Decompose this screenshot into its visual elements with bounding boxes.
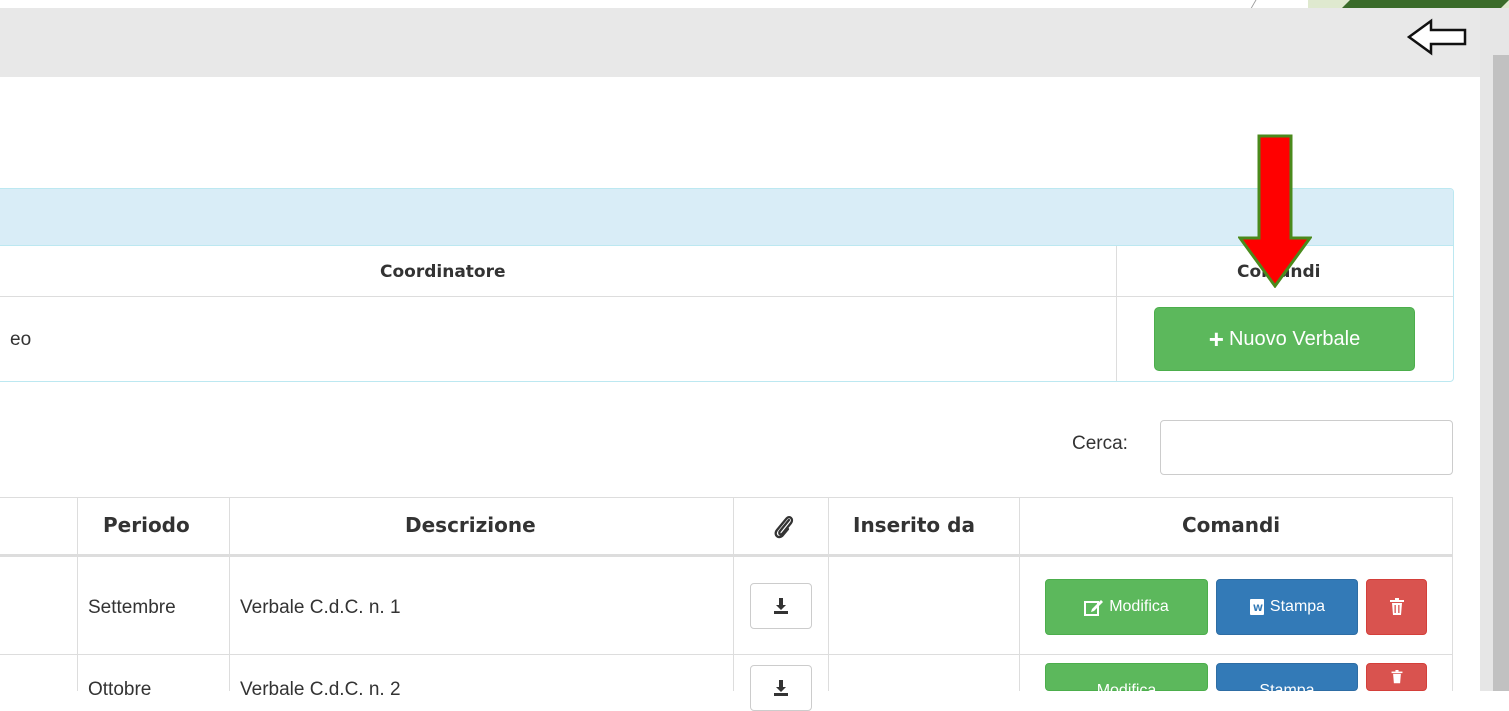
cell-periodo: Ottobre (88, 679, 152, 700)
edit-icon (1084, 600, 1104, 616)
top-bar (0, 8, 1480, 77)
paperclip-icon (774, 516, 794, 539)
column-header-inserito-da[interactable]: Inserito da (853, 513, 975, 537)
modifica-label: Modifica (1109, 598, 1169, 615)
modifica-label: Modifica (1096, 682, 1157, 699)
table-col-divider (77, 497, 78, 691)
trash-icon (1389, 598, 1404, 615)
svg-text:W: W (1253, 604, 1263, 614)
corner-accent (1342, 0, 1509, 8)
stampa-label: Stampa (1259, 682, 1315, 699)
download-button[interactable] (750, 583, 812, 629)
cell-descrizione: Verbale C.d.C. n. 2 (240, 679, 401, 700)
modifica-button[interactable]: Modifica (1045, 663, 1208, 699)
panel-column-divider (1116, 246, 1117, 381)
table-col-divider (1019, 497, 1020, 691)
modifica-button[interactable]: Modifica (1045, 579, 1208, 635)
top-strip (0, 0, 1509, 8)
scrollbar-thumb[interactable] (1493, 55, 1509, 691)
column-header-descrizione[interactable]: Descrizione (405, 513, 536, 537)
back-arrow-icon[interactable] (1405, 17, 1469, 57)
column-header-coordinatore: Coordinatore (380, 262, 506, 282)
nuovo-verbale-label: Nuovo Verbale (1228, 327, 1361, 350)
word-document-icon: W (1249, 599, 1264, 615)
search-label: Cerca: (1072, 433, 1128, 454)
stampa-button[interactable]: Stampa (1216, 663, 1358, 699)
cell-descrizione: Verbale C.d.C. n. 1 (240, 597, 401, 618)
trash-icon (1391, 670, 1402, 684)
table-col-divider (1452, 497, 1453, 691)
nuovo-verbale-button[interactable]: + Nuovo Verbale (1154, 307, 1415, 371)
table-col-divider (733, 497, 734, 691)
column-header-comandi-table: Comandi (1182, 513, 1281, 537)
download-button[interactable] (750, 665, 812, 711)
plus-icon: + (1208, 324, 1224, 354)
table-header-divider (0, 554, 1453, 557)
search-input[interactable] (1160, 420, 1453, 475)
panel-header-row (0, 246, 1453, 297)
panel-heading (0, 189, 1453, 246)
panel-row-text: eo (10, 329, 32, 350)
delete-button[interactable] (1366, 663, 1427, 691)
download-icon (774, 680, 788, 696)
download-icon (774, 598, 788, 614)
delete-button[interactable] (1366, 579, 1427, 635)
stampa-button[interactable]: W Stampa (1216, 579, 1358, 635)
cell-periodo: Settembre (88, 597, 176, 618)
table-col-divider (229, 497, 230, 691)
table-col-divider (828, 497, 829, 691)
column-header-periodo[interactable]: Periodo (103, 513, 190, 537)
red-arrow-annotation (1238, 134, 1312, 288)
stampa-label: Stampa (1269, 598, 1326, 615)
table-row-divider (0, 654, 1453, 655)
